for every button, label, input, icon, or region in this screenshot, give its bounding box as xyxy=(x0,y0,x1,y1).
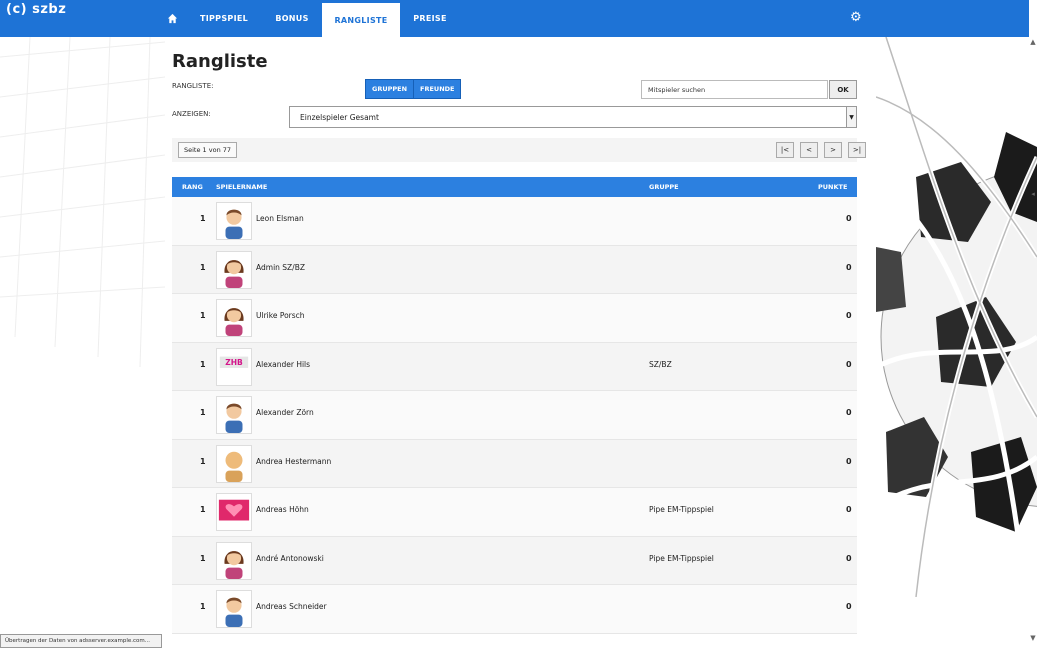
logo-avatar-icon: ZHB xyxy=(216,347,252,386)
nav-tab-tippspiel[interactable]: TIPPSPIEL xyxy=(186,0,262,37)
points-cell: 0 xyxy=(846,505,852,514)
girl-avatar-icon xyxy=(216,250,252,289)
header-points[interactable]: PUNKTE xyxy=(818,183,847,191)
player-name-link[interactable]: Alexander Hils xyxy=(256,360,310,369)
bald-avatar-icon xyxy=(216,444,252,483)
header-rank[interactable]: RANG xyxy=(182,183,203,191)
points-cell: 0 xyxy=(846,553,852,563)
scroll-up-icon[interactable]: ▲ xyxy=(1029,38,1037,50)
group-cell: Pipe EM-Tippspiel xyxy=(649,553,714,563)
scroll-handle-icon[interactable]: ◂ xyxy=(1029,190,1037,202)
player-name-link[interactable]: Leon Elsman xyxy=(256,214,304,223)
player-name-link[interactable]: Ulrike Porsch xyxy=(256,311,305,320)
ok-button[interactable]: OK xyxy=(829,80,857,99)
display-select-value: Einzelspieler Gesamt xyxy=(300,112,379,122)
boy-avatar-icon xyxy=(216,590,252,628)
scroll-down-icon[interactable]: ▼ xyxy=(1029,634,1037,646)
player-name-link[interactable]: André Antonowski xyxy=(256,554,324,563)
rank-cell: 1 xyxy=(200,456,206,466)
next-page-button[interactable]: > xyxy=(824,142,842,158)
player-name-link[interactable]: Alexander Zörn xyxy=(256,408,314,417)
rank-cell: 1 xyxy=(200,359,206,369)
heart-avatar-icon xyxy=(216,493,252,531)
girl-avatar-icon xyxy=(216,299,252,337)
group-toggle: GRUPPEN FREUNDE xyxy=(365,79,462,99)
brand-logo: (c) szbz xyxy=(6,2,67,17)
ranking-table-body: 1 Leon Elsman 0 1 Admin SZ/BZ 0 1 Ulrike Porsch… xyxy=(172,197,857,634)
prev-page-button[interactable]: < xyxy=(800,142,818,158)
points-cell: 0 xyxy=(846,262,852,272)
table-row[interactable]: 1 ZHB Alexander Hils SZ/BZ 0 xyxy=(172,342,857,391)
rank-cell: 1 xyxy=(200,553,206,563)
table-row[interactable]: 1 André Antonowski Pipe EM-Tippspiel 0 xyxy=(172,536,857,585)
nav-home[interactable] xyxy=(158,0,186,37)
anzeigen-label: ANZEIGEN: xyxy=(172,110,211,118)
player-name-link[interactable]: Andrea Hestermann xyxy=(256,457,331,466)
table-row[interactable]: 1 Ulrike Porsch 0 xyxy=(172,294,857,343)
header-group[interactable]: GRUPPE xyxy=(649,183,679,191)
player-name-link[interactable]: Andreas Schneider xyxy=(256,602,327,611)
player-search-input[interactable] xyxy=(641,80,828,99)
table-row[interactable]: 1 Admin SZ/BZ 0 xyxy=(172,245,857,294)
points-cell: 0 xyxy=(846,408,852,417)
rangliste-label: RANGLISTE: xyxy=(172,82,214,90)
rank-cell: 1 xyxy=(200,408,206,417)
pager-toolbar xyxy=(172,138,857,162)
freunde-button[interactable]: FREUNDE xyxy=(413,80,461,98)
boy-avatar-icon xyxy=(216,202,252,240)
table-header: RANG SPIELERNAME GRUPPE PUNKTE xyxy=(172,177,857,197)
table-row[interactable]: 1 Andreas Schneider 0 xyxy=(172,585,857,634)
home-icon xyxy=(167,13,177,24)
player-name-link[interactable]: Andreas Höhn xyxy=(256,505,309,514)
gruppen-button[interactable]: GRUPPEN xyxy=(366,80,414,98)
gear-icon[interactable]: ⚙ xyxy=(850,11,862,24)
points-cell: 0 xyxy=(846,359,852,369)
points-cell: 0 xyxy=(846,214,852,223)
table-row[interactable]: 1 Alexander Zörn 0 xyxy=(172,391,857,440)
rank-cell: 1 xyxy=(200,311,206,320)
display-select[interactable]: Einzelspieler Gesamt ▼ xyxy=(289,106,857,128)
main-content: Rangliste RANGLISTE: ANZEIGEN: GRUPPEN F… xyxy=(172,37,866,648)
points-cell: 0 xyxy=(846,456,852,466)
main-nav: TIPPSPIEL BONUS RANGLISTE PREISE xyxy=(158,0,460,37)
pager: |< < > >| xyxy=(770,142,866,158)
rank-cell: 1 xyxy=(200,505,206,514)
boy-avatar-icon xyxy=(216,396,252,434)
chevron-down-icon[interactable]: ▼ xyxy=(846,107,856,127)
header-player[interactable]: SPIELERNAME xyxy=(216,183,267,191)
player-name-link[interactable]: Admin SZ/BZ xyxy=(256,263,305,272)
table-row[interactable]: 1 Andreas Höhn Pipe EM-Tippspiel 0 xyxy=(172,488,857,537)
rank-cell: 1 xyxy=(200,602,206,611)
rank-cell: 1 xyxy=(200,214,206,223)
group-cell: Pipe EM-Tippspiel xyxy=(649,505,714,514)
background-grid xyxy=(0,37,165,648)
page-title: Rangliste xyxy=(172,51,268,72)
last-page-button[interactable]: >| xyxy=(848,142,866,158)
page-info[interactable]: Seite 1 von 77 xyxy=(178,142,238,158)
svg-text:ZHB: ZHB xyxy=(225,358,243,367)
table-row[interactable]: 1 Andrea Hestermann 0 xyxy=(172,439,857,488)
first-page-button[interactable]: |< xyxy=(776,142,794,158)
soccer-ball-image xyxy=(876,37,1037,597)
top-navigation-bar: (c) szbz TIPPSPIEL BONUS RANGLISTE PREIS… xyxy=(0,0,1029,37)
status-bar: Übertragen der Daten von adsserver.examp… xyxy=(0,634,162,648)
points-cell: 0 xyxy=(846,311,852,320)
girl-avatar-icon xyxy=(216,541,252,580)
points-cell: 0 xyxy=(846,602,852,611)
nav-tab-bonus[interactable]: BONUS xyxy=(262,0,322,37)
group-cell: SZ/BZ xyxy=(649,359,672,369)
nav-tab-preise[interactable]: PREISE xyxy=(400,0,460,37)
nav-tab-rangliste[interactable]: RANGLISTE xyxy=(322,0,400,37)
table-row[interactable]: 1 Leon Elsman 0 xyxy=(172,197,857,246)
rank-cell: 1 xyxy=(200,262,206,272)
